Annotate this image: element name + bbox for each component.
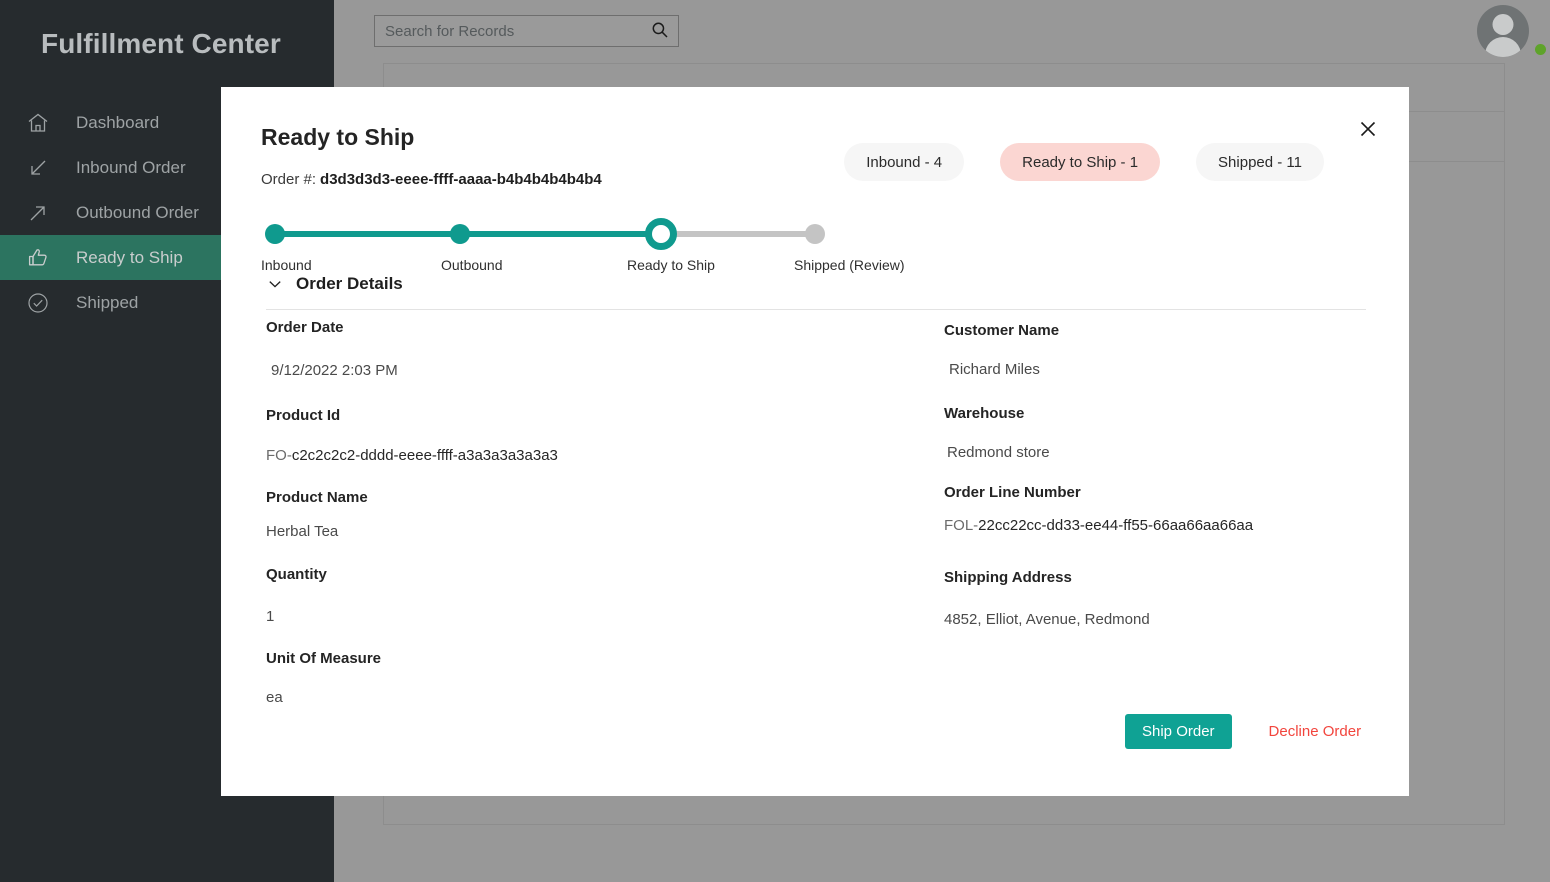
close-icon [1358,119,1378,142]
order-progress-stepper: Inbound Outbound Ready to Ship Shipped (… [261,207,861,272]
field-warehouse: Warehouse Redmond store [944,405,1374,461]
field-label: Warehouse [944,405,1374,422]
search-box[interactable] [374,15,679,47]
decline-order-button[interactable]: Decline Order [1269,723,1362,740]
field-shipping-address: Shipping Address 4852, Elliot, Avenue, R… [944,569,1374,628]
field-value: ea [266,689,886,706]
field-unit-of-measure: Unit Of Measure ea [266,650,886,706]
order-details-right-column: Customer Name Richard Miles Warehouse Re… [944,319,1374,628]
stepper-label-shipped: Shipped (Review) [794,257,905,273]
sidebar-item-label: Shipped [76,293,138,313]
pill-ready-to-ship[interactable]: Ready to Ship - 1 [1000,143,1160,181]
avatar[interactable] [1477,5,1529,57]
field-label: Unit Of Measure [266,650,886,667]
field-value: 4852, Elliot, Avenue, Redmond [944,611,1374,628]
close-button[interactable] [1351,113,1385,147]
order-number-value: d3d3d3d3-eeee-ffff-aaaa-b4b4b4b4b4b4 [320,171,602,188]
order-details-label: Order Details [296,274,403,294]
sidebar-item-label: Ready to Ship [76,248,183,268]
app-brand-title: Fulfillment Center [0,0,334,88]
sidebar-item-label: Outbound Order [76,203,199,223]
top-bar [334,0,1550,63]
field-value-main: c2c2c2c2-dddd-eeee-ffff-a3a3a3a3a3a3 [292,447,558,464]
field-customer-name: Customer Name Richard Miles [944,322,1374,378]
search-button[interactable] [642,16,678,46]
search-icon [651,21,669,42]
search-input[interactable] [375,23,642,40]
stepper-label-ready-to-ship: Ready to Ship [627,257,715,273]
field-value-prefix: FO- [266,447,292,464]
field-value: FO-c2c2c2c2-dddd-eeee-ffff-a3a3a3a3a3a3 [266,447,886,464]
stepper-label-inbound: Inbound [261,257,312,273]
field-label: Shipping Address [944,569,1374,586]
arrow-down-left-icon [0,156,76,180]
chevron-down-icon [266,275,284,293]
sidebar-item-label: Dashboard [76,113,159,133]
pill-inbound[interactable]: Inbound - 4 [844,143,964,181]
pill-shipped[interactable]: Shipped - 11 [1196,143,1324,181]
stepper-label-outbound: Outbound [441,257,503,273]
field-value: Herbal Tea [266,523,886,540]
section-divider [266,309,1366,310]
field-order-line-number: Order Line Number FOL-22cc22cc-dd33-ee44… [944,484,1374,534]
field-product-id: Product Id FO-c2c2c2c2-dddd-eeee-ffff-a3… [266,407,886,464]
field-value: 1 [266,608,886,625]
stepper-node-outbound[interactable] [450,224,470,244]
check-circle-icon [0,291,76,315]
field-value: 9/12/2022 2:03 PM [266,362,886,379]
stepper-node-shipped[interactable] [805,224,825,244]
stepper-node-inbound[interactable] [265,224,285,244]
order-details-left-column: Order Date 9/12/2022 2:03 PM Product Id … [266,319,886,706]
avatar-body [1485,37,1521,57]
field-quantity: Quantity 1 [266,566,886,625]
home-icon [0,111,76,135]
order-number: Order #:d3d3d3d3-eeee-ffff-aaaa-b4b4b4b4… [261,171,602,188]
stepper-track [275,231,815,237]
field-label: Product Id [266,407,886,424]
status-filter-pills: Inbound - 4 Ready to Ship - 1 Shipped - … [844,143,1324,181]
field-label: Quantity [266,566,886,583]
field-value-main: 22cc22cc-dd33-ee44-ff55-66aa66aa66aa [978,517,1253,534]
order-details-toggle[interactable]: Order Details [266,274,403,294]
field-label: Product Name [266,489,886,506]
presence-indicator [1535,44,1546,55]
field-value: Redmond store [944,444,1374,461]
app-root: Fulfillment Center Dashboard [0,0,1550,882]
order-detail-dialog: Ready to Ship Order #:d3d3d3d3-eeee-ffff… [221,87,1409,796]
dialog-actions: Ship Order Decline Order [1125,714,1361,749]
field-label: Order Date [266,319,886,336]
field-order-date: Order Date 9/12/2022 2:03 PM [266,319,886,379]
dialog-title: Ready to Ship [261,124,414,151]
stepper-progress-fill [275,231,667,237]
order-number-label: Order #: [261,171,316,188]
arrow-up-right-icon [0,201,76,225]
field-value: FOL-22cc22cc-dd33-ee44-ff55-66aa66aa66aa [944,517,1374,534]
stepper-node-ready-to-ship[interactable] [645,218,677,250]
field-value-prefix: FOL- [944,517,978,534]
sidebar-item-label: Inbound Order [76,158,186,178]
field-label: Customer Name [944,322,1374,339]
thumbs-up-icon [0,245,76,271]
field-value: Richard Miles [944,361,1374,378]
field-product-name: Product Name Herbal Tea [266,489,886,540]
field-label: Order Line Number [944,484,1374,501]
avatar-head [1493,14,1514,35]
ship-order-button[interactable]: Ship Order [1125,714,1232,749]
